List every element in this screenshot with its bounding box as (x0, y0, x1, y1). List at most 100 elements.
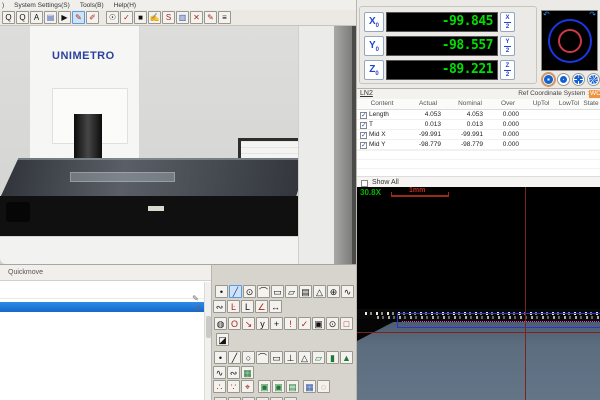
grid-feature-icon[interactable]: ▦ (241, 366, 254, 379)
sphere-tool-icon[interactable]: ⊕ (327, 285, 340, 298)
x-axis-zero-button[interactable]: X0 (364, 12, 384, 32)
flag-icon[interactable]: ▶ (58, 11, 71, 24)
ring-light-control[interactable]: ↶ ↷ (541, 10, 598, 71)
result-row-checkbox[interactable]: ✓ (360, 142, 367, 149)
x-axis-half-button[interactable]: X2 (500, 12, 515, 32)
rotate-construct-icon[interactable]: ∴ (213, 380, 226, 393)
report-icon[interactable]: S (162, 11, 175, 24)
quickmove-scrollbar[interactable] (204, 282, 211, 400)
construct-arc-icon[interactable]: ⌒ (256, 351, 269, 364)
line-tool-icon[interactable]: ╱ (229, 285, 242, 298)
brush-icon[interactable]: ✍ (148, 11, 161, 24)
cross-pick-icon[interactable]: + (270, 317, 283, 330)
arrow-pick-icon[interactable]: ↘ (242, 317, 255, 330)
distance-tool-icon[interactable]: ↔ (269, 300, 282, 313)
line-angle-tool-icon[interactable]: Ŀ (227, 300, 240, 313)
slot-tool-icon[interactable]: ▤ (299, 285, 312, 298)
tolerance-icon[interactable]: ✓ (120, 11, 133, 24)
result-value-cell: 0.000 (491, 120, 525, 129)
focus-region-icon[interactable]: ◌ (317, 380, 330, 393)
circle-dot-icon[interactable]: ⊙ (326, 317, 339, 330)
inner-ring-icon[interactable] (558, 29, 582, 53)
image-capture-icon[interactable]: ▤ (44, 11, 57, 24)
circle-pick-icon[interactable]: O (228, 317, 241, 330)
column-header-actual: Actual (407, 99, 449, 109)
scrollbar-thumb[interactable] (206, 316, 211, 338)
list-icon[interactable]: ≡ (218, 11, 231, 24)
perpendicular-tool-icon[interactable]: L (241, 300, 254, 313)
plane-feature-icon[interactable]: ▱ (312, 351, 325, 364)
freeform-tool-icon[interactable]: ∾ (213, 300, 226, 313)
rotate-right-icon[interactable]: ↷ (589, 10, 596, 19)
exclaim-pick-icon[interactable]: ! (284, 317, 297, 330)
curve-feature-icon[interactable]: ∿ (213, 366, 226, 379)
angle-tool-icon[interactable]: ∠ (255, 300, 268, 313)
export-pen-icon[interactable]: ✎ (204, 11, 217, 24)
cone-feature-icon[interactable]: ▲ (340, 351, 353, 364)
text-annotation-icon[interactable]: A (30, 11, 43, 24)
triangle-tool-icon[interactable]: △ (313, 285, 326, 298)
polygon-tool-icon[interactable]: ▱ (285, 285, 298, 298)
menu-help[interactable]: Help(H) (114, 2, 136, 9)
rotate-left-icon[interactable]: ↶ (543, 10, 550, 19)
result-row-checkbox[interactable]: ✓ (360, 132, 367, 139)
edit-icon[interactable]: ✎ (190, 294, 201, 304)
menu-system-settings[interactable]: System Settings(S) (14, 2, 70, 9)
locate-feature-icon[interactable]: ⌖ (241, 380, 254, 393)
zoom-out-icon[interactable]: Q (16, 11, 29, 24)
circle-tool-icon[interactable]: ⊙ (243, 285, 256, 298)
column-header-state: State (581, 99, 600, 109)
construct-perp-icon[interactable]: ⊥ (284, 351, 297, 364)
results-column-headers: ContentActualNominalOverUpTolLowTolState (357, 99, 600, 110)
show-all-checkbox[interactable]: ✓ (361, 180, 368, 187)
fill-square-icon[interactable]: ■ (134, 11, 147, 24)
zoom-in-icon[interactable]: Q (2, 11, 15, 24)
program-save-icon[interactable]: ▣ (272, 380, 285, 393)
target-icon[interactable]: ☉ (106, 11, 119, 24)
focus-ring-icon[interactable]: ◍ (214, 317, 227, 330)
construct-circle-icon[interactable]: ○ (242, 351, 255, 364)
construct-angle-icon[interactable]: △ (298, 351, 311, 364)
y-axis-half-button[interactable]: Y2 (500, 36, 515, 56)
construct-point-icon[interactable]: • (214, 351, 227, 364)
result-row-checkbox[interactable]: ✓ (360, 122, 367, 129)
program-list-icon[interactable]: ▤ (286, 380, 299, 393)
arc-tool-icon[interactable]: ⌒ (257, 285, 270, 298)
ring-light-octant-button[interactable] (587, 73, 600, 86)
program-capture-icon[interactable]: ▣ (258, 380, 271, 393)
probe-flag-icon[interactable]: ✓ (298, 317, 311, 330)
rectangle-tool-icon[interactable]: ▭ (271, 285, 284, 298)
quickmove-selected-row[interactable] (0, 302, 205, 312)
ring-light-quad-button[interactable] (572, 73, 585, 86)
result-row-checkbox[interactable]: ✓ (360, 112, 367, 119)
region-select-icon[interactable]: ◪ (216, 333, 229, 346)
cylinder-feature-icon[interactable]: ▮ (326, 351, 339, 364)
nudge-icon[interactable]: ✐ (192, 304, 203, 314)
delete-icon[interactable]: ✕ (190, 11, 203, 24)
camera-view[interactable]: 30.8X 1mm (357, 187, 600, 400)
point-tool-icon[interactable]: • (215, 285, 228, 298)
chart-icon[interactable]: ▥ (176, 11, 189, 24)
menu-fragment: ) (2, 2, 4, 9)
construct-line-icon[interactable]: ╱ (228, 351, 241, 364)
box-corner-icon[interactable]: □ (340, 317, 353, 330)
ring-light-ring-button[interactable] (557, 73, 570, 86)
menu-tools[interactable]: Tools(B) (80, 2, 104, 9)
program-tools-row: ∴∵⌖▣▣▤▦◌ (213, 380, 331, 393)
curve-tools-row: ∿∾▦ (213, 366, 255, 379)
image-pick-icon[interactable]: ▣ (312, 317, 325, 330)
freeform-feature-icon[interactable]: ∾ (227, 366, 240, 379)
z-axis-zero-button[interactable]: Z0 (364, 60, 384, 80)
ring-light-full-button[interactable] (542, 73, 555, 86)
construct-slot-icon[interactable]: ▭ (270, 351, 283, 364)
color-setting-icon[interactable]: ▦ (303, 380, 316, 393)
result-value-cell: 4.053 (407, 110, 449, 119)
y-axis-zero-button[interactable]: Y0 (364, 36, 384, 56)
spline-pick-icon[interactable]: y (256, 317, 269, 330)
result-value-cell: -99.991 (449, 130, 491, 139)
z-axis-half-button[interactable]: Z2 (500, 60, 515, 80)
curve-tool-icon[interactable]: ∿ (341, 285, 354, 298)
measure-pen-icon[interactable]: ✐ (86, 11, 99, 24)
edge-probe-icon[interactable]: ✎ (72, 11, 85, 24)
translate-construct-icon[interactable]: ∵ (227, 380, 240, 393)
